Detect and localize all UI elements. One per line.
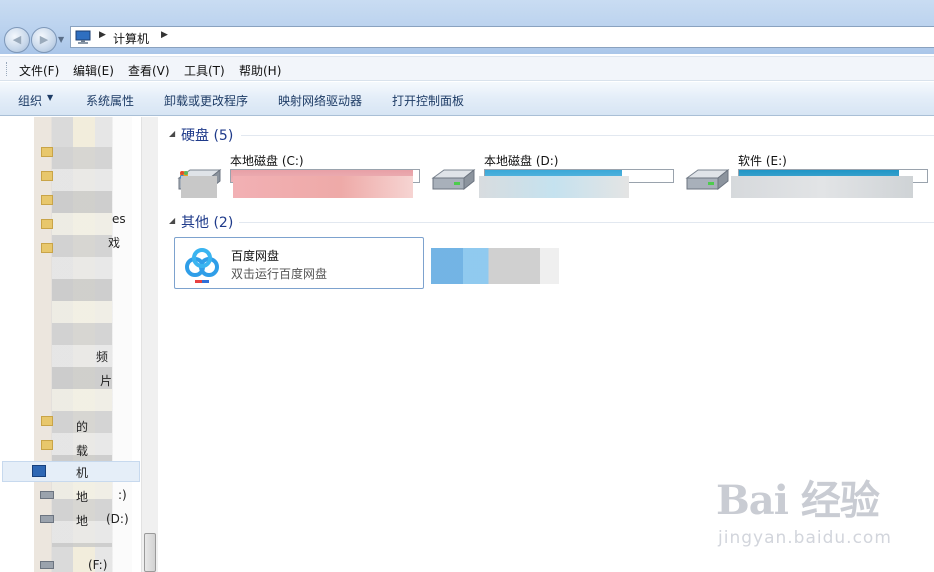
menu-bar: 文件(F) 编辑(E) 查看(V) 工具(T) 帮助(H) (0, 56, 934, 81)
map-network-drive-button[interactable]: 映射网络驱动器 (278, 92, 362, 109)
pixelated-region (181, 176, 217, 198)
menu-view[interactable]: 查看(V) (128, 62, 170, 79)
app-name: 百度网盘 (231, 249, 280, 263)
nav-item-label[interactable]: es (112, 212, 126, 226)
group-divider (239, 222, 934, 223)
drive-name: 本地磁盘 (D:) (484, 154, 559, 168)
drive-icon (40, 561, 54, 569)
folder-icon (41, 416, 53, 426)
scrollbar-thumb[interactable] (144, 533, 156, 572)
hard-drive-icon (685, 168, 730, 191)
nav-item-label[interactable]: 的 (76, 418, 88, 435)
group-other[interactable]: ◢ 其他 (2) (159, 212, 934, 232)
menu-tools[interactable]: 工具(T) (184, 62, 225, 79)
nav-item-label[interactable]: 地 (76, 512, 88, 529)
menubar-grip (6, 62, 9, 76)
open-control-panel-button[interactable]: 打开控制面板 (392, 92, 464, 109)
folder-icon (41, 147, 53, 157)
nav-item-label[interactable]: :) (118, 488, 127, 502)
drive-tile-c[interactable]: 本地磁盘 (C:) (173, 152, 423, 198)
pixelated-region (479, 176, 629, 198)
navigation-pane[interactable]: es 戏 频 片 的 载 机 地 :) 地 (D:) (F:) (0, 117, 158, 572)
group-divider (241, 135, 934, 136)
computer-icon (75, 30, 91, 44)
menu-edit[interactable]: 编辑(E) (73, 62, 114, 79)
organize-dropdown-icon[interactable]: ▼ (47, 93, 53, 102)
drive-tile-d[interactable]: 本地磁盘 (D:) (427, 152, 677, 198)
nav-item-computer-label[interactable]: 机 (76, 464, 88, 481)
drive-name: 软件 (E:) (738, 154, 787, 168)
drive-name: 本地磁盘 (C:) (230, 154, 304, 168)
folder-icon (41, 171, 53, 181)
nav-item-label[interactable]: (D:) (106, 512, 129, 526)
window-titlebar: ◀ ▶ ▼ ▶ 计算机 ▶ (0, 0, 934, 54)
menu-file[interactable]: 文件(F) (19, 62, 59, 79)
pixelated-region (233, 176, 413, 198)
hard-drive-icon (431, 168, 476, 191)
pixelated-region (431, 248, 559, 284)
organize-button[interactable]: 组织 (18, 92, 42, 109)
collapse-triangle-icon[interactable]: ◢ (169, 129, 175, 138)
nav-item-computer[interactable] (2, 461, 140, 482)
uninstall-program-button[interactable]: 卸载或更改程序 (164, 92, 248, 109)
app-description: 双击运行百度网盘 (231, 267, 328, 281)
drive-icon (40, 515, 54, 523)
nav-item-label[interactable]: 载 (76, 442, 88, 459)
command-bar: 组织 ▼ 系统属性 卸载或更改程序 映射网络驱动器 打开控制面板 (0, 82, 934, 116)
group-label: 硬盘 (5) (181, 128, 234, 144)
baidu-netdisk-tile[interactable]: 百度网盘 双击运行百度网盘 (174, 237, 424, 289)
nav-item-label[interactable]: 频 (96, 348, 108, 365)
address-bar[interactable]: ▶ 计算机 ▶ (70, 26, 934, 48)
back-arrow-icon: ◀ (12, 33, 22, 46)
breadcrumb-separator-icon[interactable]: ▶ (99, 30, 106, 40)
nav-item-label[interactable]: 地 (76, 488, 88, 505)
nav-item-label[interactable]: 戏 (108, 234, 120, 251)
breadcrumb-separator-icon[interactable]: ▶ (161, 30, 168, 40)
folder-icon (41, 440, 53, 450)
forward-arrow-icon: ▶ (39, 33, 49, 46)
baidu-jingyan-watermark: Bai 经验 jingyan.baidu.com (716, 468, 896, 558)
forward-button[interactable]: ▶ (31, 27, 57, 53)
folder-icon (41, 219, 53, 229)
drive-icon (40, 491, 54, 499)
watermark-logo: Bai 经验 (716, 477, 880, 524)
baidu-netdisk-icon (185, 248, 219, 283)
menu-help[interactable]: 帮助(H) (239, 62, 281, 79)
folder-icon (41, 195, 53, 205)
watermark-url: jingyan.baidu.com (718, 528, 892, 548)
folder-icon (41, 243, 53, 253)
group-label: 其他 (2) (181, 215, 234, 231)
nav-item-label[interactable]: 片 (100, 372, 112, 389)
back-button[interactable]: ◀ (4, 27, 30, 53)
computer-icon (32, 465, 46, 477)
pixelated-region (731, 176, 913, 198)
breadcrumb-computer[interactable]: 计算机 (113, 30, 149, 47)
collapse-triangle-icon[interactable]: ◢ (169, 216, 175, 225)
nav-scrollbar[interactable] (141, 117, 158, 572)
recent-pages-dropdown[interactable]: ▼ (58, 35, 68, 45)
system-properties-button[interactable]: 系统属性 (86, 92, 134, 109)
group-hard-disks[interactable]: ◢ 硬盘 (5) (159, 125, 934, 145)
nav-item-label[interactable]: (F:) (88, 558, 107, 572)
drive-tile-e[interactable]: 软件 (E:) (681, 152, 931, 198)
pixelated-region (52, 147, 112, 547)
